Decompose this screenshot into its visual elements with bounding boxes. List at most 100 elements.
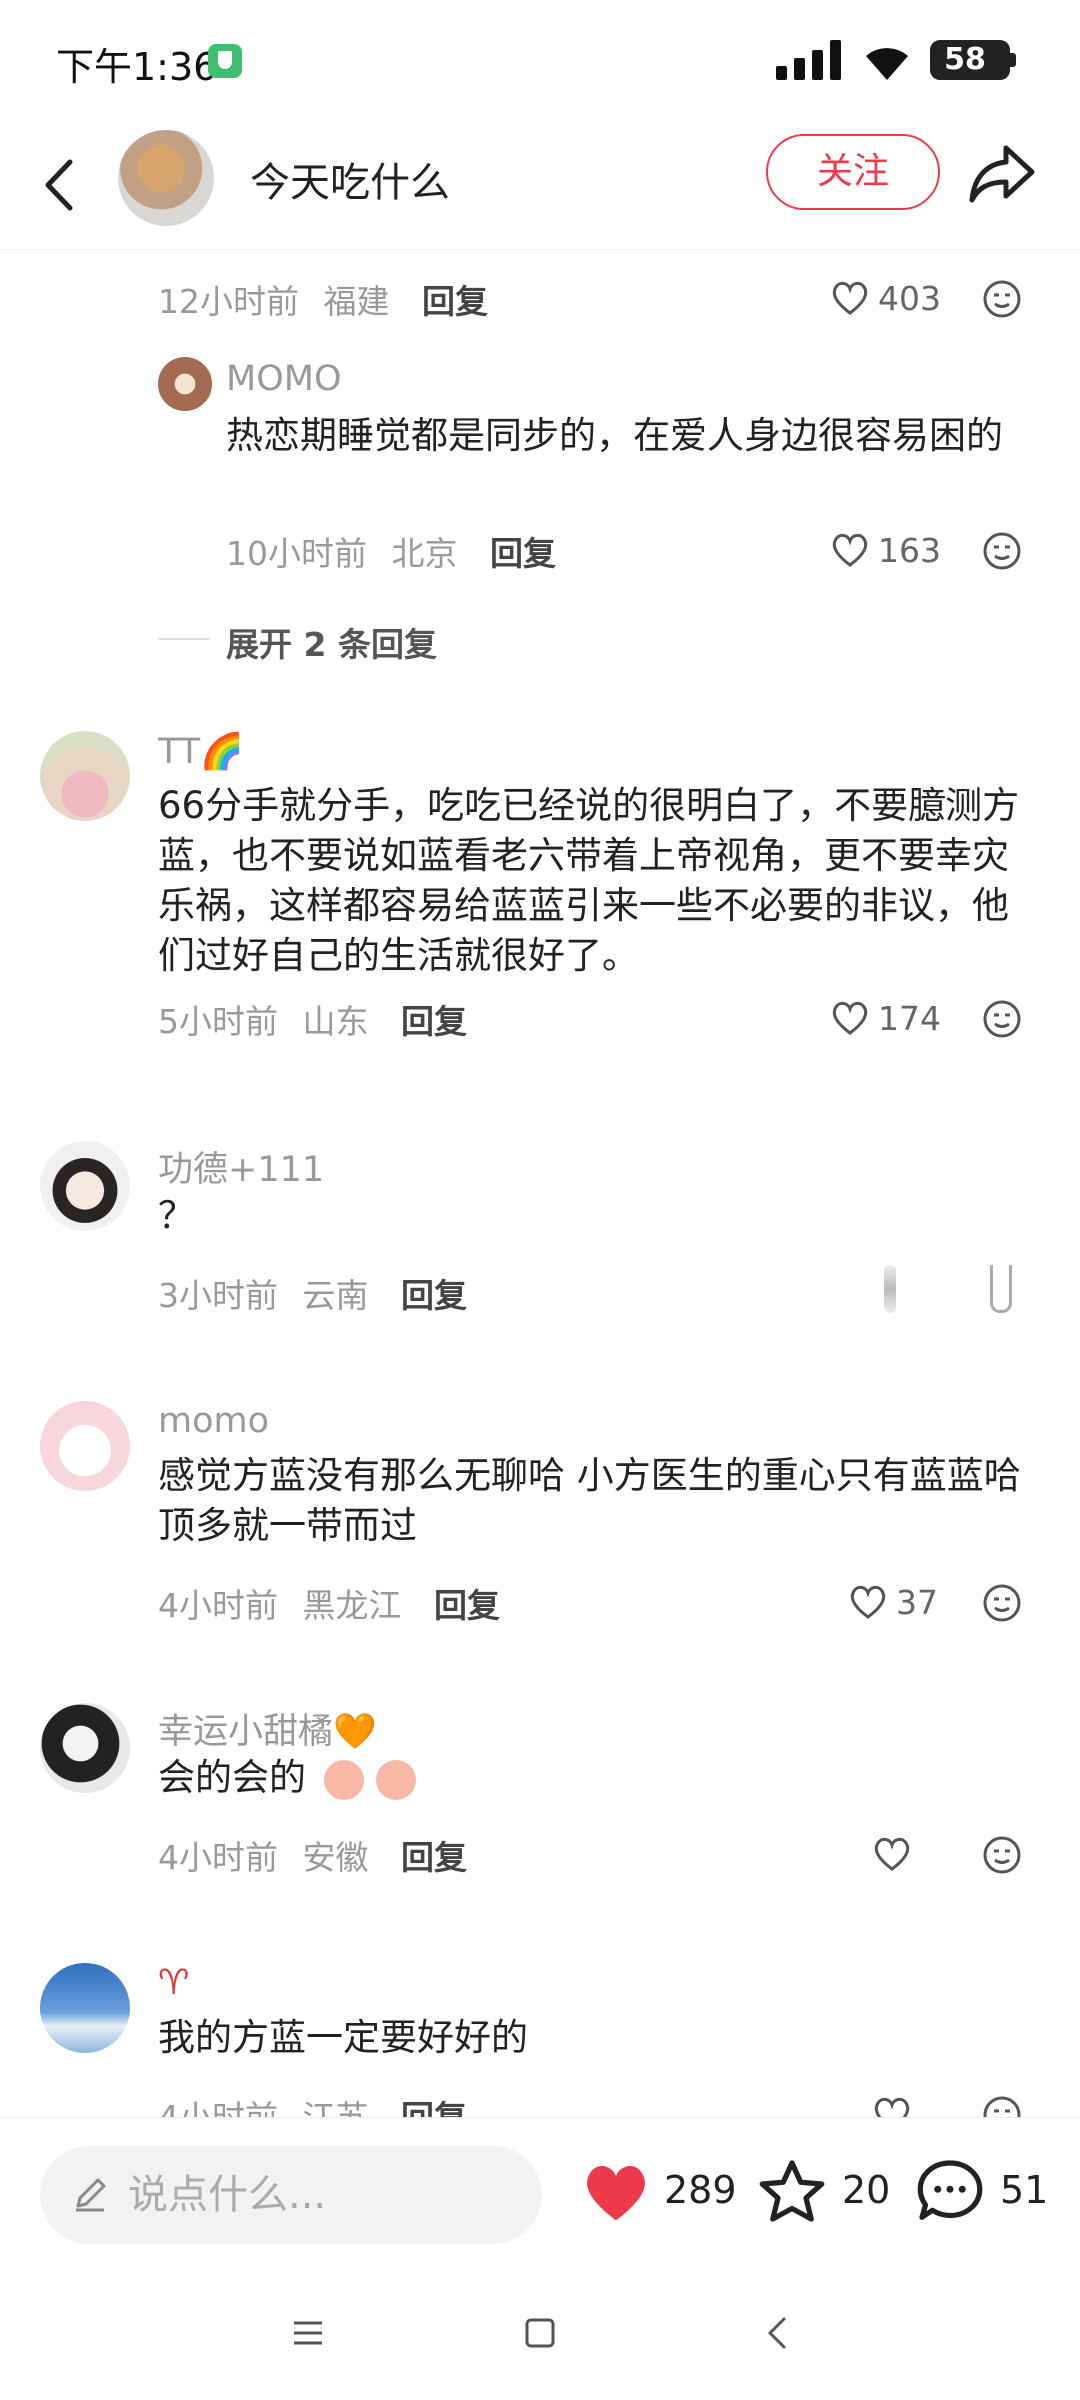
comment-item[interactable]: momo 感觉方蓝没有那么无聊哈 小方医生的重心只有蓝蓝哈 顶多就一带而过 4小… bbox=[0, 1401, 1080, 1641]
like-button[interactable] bbox=[884, 1265, 896, 1313]
back-nav-icon[interactable] bbox=[758, 2313, 798, 2353]
pen-icon bbox=[76, 2178, 106, 2212]
home-icon[interactable] bbox=[520, 2313, 560, 2353]
comment-location: 北京 bbox=[391, 534, 458, 573]
comment-meta: 4小时前 江苏 回复 bbox=[158, 2091, 467, 2117]
comment-item[interactable]: 功德+111 ？ 3小时前 云南 回复 bbox=[0, 1141, 1080, 1341]
chat-bubble-icon bbox=[917, 2160, 983, 2220]
sticker-icon bbox=[323, 1759, 364, 1800]
emoji-icon[interactable] bbox=[990, 1265, 1012, 1313]
share-icon[interactable] bbox=[966, 138, 1038, 210]
reply-username[interactable]: MOMO bbox=[226, 359, 342, 399]
heart-icon bbox=[874, 2097, 910, 2117]
reply-button[interactable]: 回复 bbox=[401, 1276, 467, 1315]
like-button[interactable]: 403 bbox=[830, 273, 960, 323]
comment-meta: 12小时前 福建 回复 bbox=[158, 275, 488, 323]
expand-replies-button[interactable]: 展开 2 条回复 bbox=[226, 618, 437, 666]
comment-location: 安徽 bbox=[302, 1838, 369, 1877]
nested-reply[interactable]: MOMO 热恋期睡觉都是同步的，在爱人身边很容易困的 10小时前 北京 回复 1… bbox=[0, 351, 1080, 591]
comment-list[interactable]: 12小时前 福建 回复 403 MOMO 热恋期睡觉都是同步的，在爱人身边很容易… bbox=[0, 251, 1080, 2117]
heart-icon bbox=[832, 533, 868, 567]
like-button[interactable]: 37 bbox=[848, 1577, 978, 1627]
comment-meta: 5小时前 山东 回复 bbox=[158, 995, 467, 1043]
comment-partial: 12小时前 福建 回复 403 bbox=[0, 251, 1080, 331]
heart-icon bbox=[832, 1001, 868, 1035]
comment-text: 会的会的 bbox=[158, 1753, 1038, 1803]
menu-icon[interactable] bbox=[288, 2313, 328, 2353]
heart-icon bbox=[874, 1837, 910, 1871]
like-button[interactable]: 174 bbox=[830, 993, 960, 1043]
comment-meta: 4小时前 安徽 回复 bbox=[158, 1831, 467, 1879]
comment-item[interactable]: ♈ 我的方蓝一定要好好的 4小时前 江苏 回复 bbox=[0, 1963, 1080, 2117]
avatar[interactable] bbox=[40, 1703, 130, 1793]
sticker-icon bbox=[375, 1759, 416, 1800]
like-count: 163 bbox=[878, 531, 941, 570]
comment-time: 4小时前 bbox=[158, 1586, 278, 1625]
reply-button[interactable]: 回复 bbox=[490, 534, 556, 573]
comment-meta: 10小时前 北京 回复 bbox=[226, 527, 556, 575]
like-count: 403 bbox=[878, 279, 941, 318]
reply-button[interactable]: 回复 bbox=[434, 1586, 500, 1625]
system-nav-bar bbox=[0, 2267, 1080, 2400]
like-post-button[interactable]: 289 bbox=[578, 2158, 737, 2228]
comment-text: 我的方蓝一定要好好的 bbox=[158, 2016, 528, 2059]
comment-item[interactable]: 幸运小甜橘🧡 会的会的 4小时前 安徽 回复 bbox=[0, 1703, 1080, 1903]
heart-icon bbox=[587, 2166, 645, 2221]
emoji-icon[interactable] bbox=[982, 1583, 1022, 1623]
avatar[interactable] bbox=[40, 731, 130, 821]
emoji-icon[interactable] bbox=[982, 531, 1022, 571]
comment-text-content: 会的会的 bbox=[158, 1756, 306, 1799]
comment-count: 51 bbox=[1000, 2168, 1049, 2212]
comment-time: 4小时前 bbox=[158, 1838, 278, 1877]
comment-text: 感觉方蓝没有那么无聊哈 小方医生的重心只有蓝蓝哈 顶多就一带而过 bbox=[158, 1454, 1021, 1547]
author-name[interactable]: 今天吃什么 bbox=[250, 150, 450, 208]
comment-count-button[interactable]: 51 bbox=[914, 2158, 1048, 2228]
comment-username[interactable]: TT🌈 bbox=[158, 731, 244, 772]
battery-icon: 58 bbox=[930, 40, 1016, 80]
like-post-count: 289 bbox=[664, 2168, 737, 2212]
comment-time: 12小时前 bbox=[158, 282, 299, 321]
reply-button[interactable]: 回复 bbox=[401, 1002, 467, 1041]
wifi-icon bbox=[866, 48, 908, 80]
star-icon bbox=[759, 2160, 825, 2222]
status-bar: 下午1:36 58 bbox=[0, 0, 1080, 120]
comment-input-placeholder: 说点什么... bbox=[128, 2172, 327, 2218]
comment-item[interactable]: TT🌈 66分手就分手，吃吃已经说的很明白了，不要臆测方蓝，也不要说如蓝看老六带… bbox=[0, 731, 1080, 1041]
comment-meta: 3小时前 云南 回复 bbox=[158, 1269, 467, 1317]
favorite-count: 20 bbox=[842, 2168, 891, 2212]
emoji-icon[interactable] bbox=[982, 279, 1022, 319]
like-count: 174 bbox=[878, 999, 941, 1038]
comment-location: 山东 bbox=[302, 1002, 369, 1041]
battery-level: 58 bbox=[944, 42, 986, 77]
comment-text: ？ bbox=[158, 1194, 195, 1237]
like-count: 37 bbox=[896, 1583, 938, 1622]
emoji-icon[interactable] bbox=[982, 1835, 1022, 1875]
comment-text: 66分手就分手，吃吃已经说的很明白了，不要臆测方蓝，也不要说如蓝看老六带着上帝视… bbox=[158, 784, 1020, 977]
back-icon[interactable] bbox=[30, 150, 90, 220]
avatar[interactable] bbox=[40, 1141, 130, 1231]
avatar[interactable] bbox=[40, 1963, 130, 2053]
signal-icon bbox=[776, 40, 844, 80]
heart-icon bbox=[850, 1585, 886, 1619]
comment-username[interactable]: 功德+111 bbox=[158, 1141, 324, 1192]
heart-icon bbox=[832, 281, 868, 315]
comment-input[interactable]: 说点什么... bbox=[40, 2146, 542, 2244]
avatar[interactable] bbox=[158, 357, 212, 411]
reply-button[interactable]: 回复 bbox=[422, 282, 488, 321]
comment-location: 云南 bbox=[302, 1276, 369, 1315]
reply-button[interactable]: 回复 bbox=[401, 2098, 467, 2117]
comment-time: 5小时前 bbox=[158, 1002, 278, 1041]
emoji-icon[interactable] bbox=[982, 2095, 1022, 2117]
comment-username[interactable]: momo bbox=[158, 1401, 269, 1441]
comment-username[interactable]: ♈ bbox=[158, 1963, 189, 2003]
author-avatar[interactable] bbox=[118, 130, 214, 226]
like-button[interactable]: 163 bbox=[830, 525, 960, 575]
comment-time: 3小时前 bbox=[158, 1276, 278, 1315]
emoji-icon[interactable] bbox=[982, 999, 1022, 1039]
avatar[interactable] bbox=[40, 1401, 130, 1491]
follow-button[interactable]: 关注 bbox=[766, 134, 940, 210]
expand-divider bbox=[158, 638, 210, 640]
favorite-button[interactable]: 20 bbox=[756, 2158, 890, 2228]
reply-button[interactable]: 回复 bbox=[401, 1838, 467, 1877]
comment-username[interactable]: 幸运小甜橘🧡 bbox=[158, 1703, 377, 1754]
